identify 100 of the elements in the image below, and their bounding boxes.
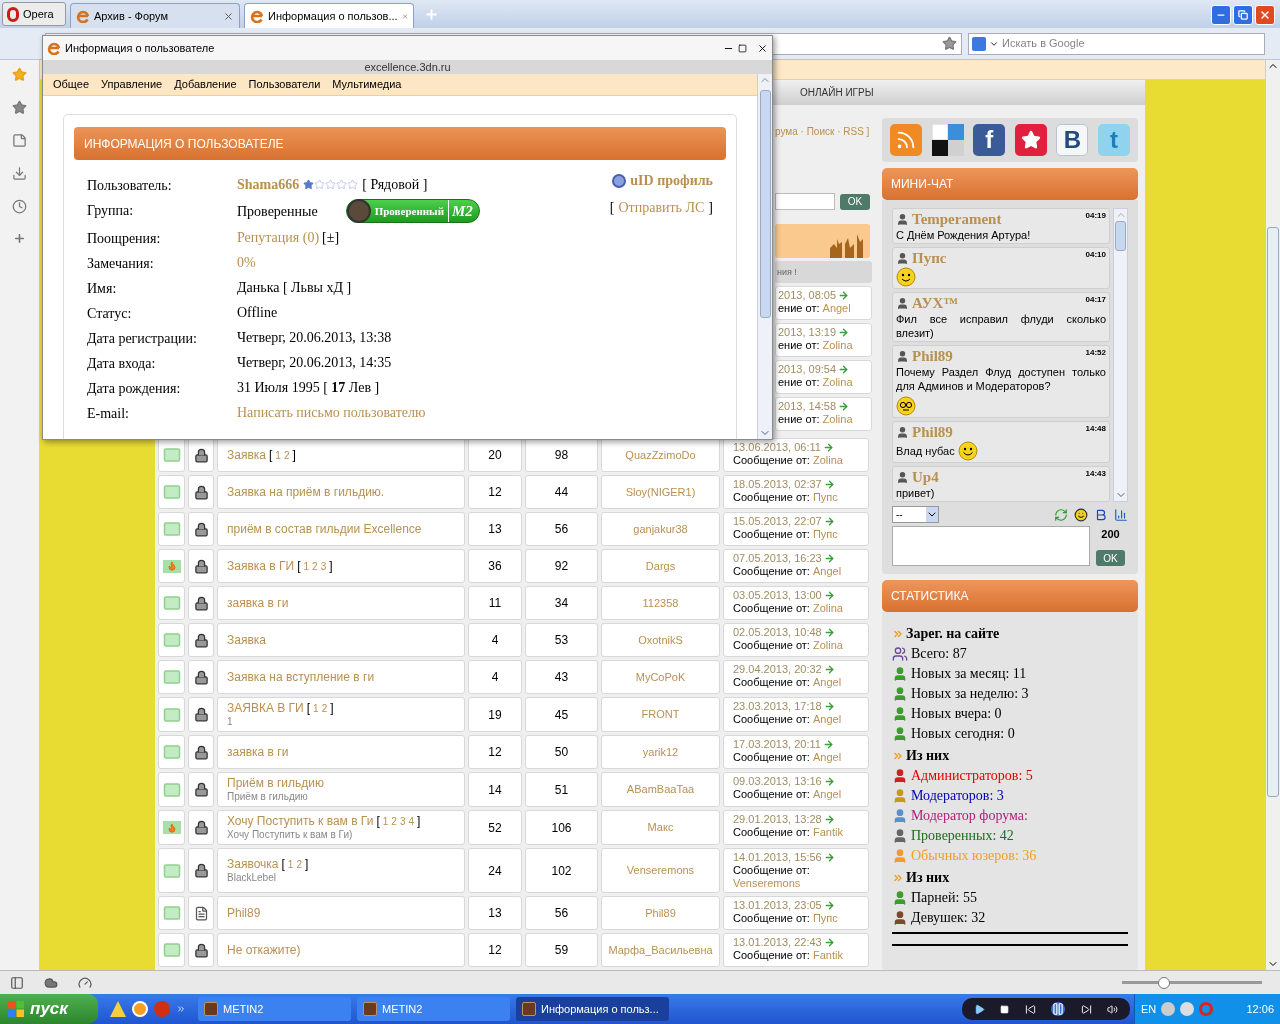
taskbar-button[interactable]: METIN2	[198, 997, 351, 1021]
post-author-link[interactable]: Fantik	[812, 949, 843, 961]
post-author-link[interactable]: Zolina	[822, 376, 853, 388]
post-author-link[interactable]: Angel	[822, 302, 851, 314]
close-button[interactable]	[1255, 5, 1275, 25]
go-to-post-icon[interactable]	[823, 900, 835, 911]
star-button[interactable]	[1014, 124, 1047, 156]
post-author-link[interactable]: Angel	[812, 751, 842, 763]
smiley-icon[interactable]	[1074, 507, 1088, 522]
minimize-button[interactable]	[1211, 5, 1231, 25]
chat-input[interactable]	[892, 526, 1090, 566]
send-button[interactable]: OK	[1096, 550, 1125, 566]
chat-username[interactable]: Temperament	[912, 210, 1002, 228]
taskbar-button[interactable]: Информация о польз...	[516, 997, 669, 1021]
go-to-post-icon[interactable]	[823, 852, 835, 863]
post-author-link[interactable]: Venseremons	[733, 877, 801, 889]
cloud-icon[interactable]	[44, 975, 58, 990]
chat-username[interactable]: Phil89	[912, 347, 953, 365]
post-author-link[interactable]: Zolina	[812, 602, 843, 614]
bold-icon[interactable]	[1094, 507, 1108, 522]
browser-tab[interactable]: Архив - Форум	[70, 3, 240, 28]
go-to-post-icon[interactable]	[822, 739, 834, 750]
topic-link[interactable]: ЗАЯВКА В ГИ	[227, 701, 304, 716]
chat-username[interactable]: АУХ™	[912, 294, 959, 312]
go-to-post-icon[interactable]	[823, 937, 835, 948]
topic-link[interactable]: заявка в ги	[227, 595, 289, 611]
zoom-slider-thumb[interactable]	[1158, 976, 1170, 989]
topic-link[interactable]: Заявочка	[227, 857, 279, 872]
go-to-post-icon[interactable]	[823, 664, 835, 675]
go-to-post-icon[interactable]	[838, 401, 850, 412]
chat-username[interactable]: Up4	[912, 468, 939, 486]
go-to-post-icon[interactable]	[823, 701, 835, 712]
page-link[interactable]: 1	[303, 558, 310, 574]
smile-select[interactable]: --	[892, 506, 939, 523]
search-engine-icon[interactable]	[972, 36, 986, 51]
search-button[interactable]: OK	[840, 193, 870, 210]
vk-button[interactable]: B	[1056, 124, 1089, 156]
scroll-thumb[interactable]	[759, 90, 771, 318]
browser-tab[interactable]: Информация о пользов...	[244, 3, 414, 28]
profile-link[interactable]: Написать письмо пользователю	[237, 402, 426, 423]
reputation-change-link[interactable]: [±]	[322, 227, 340, 248]
profile-link[interactable]: 0%	[237, 252, 256, 273]
topic-link[interactable]: Приём в гильдию	[227, 776, 324, 791]
post-author-link[interactable]: Angel	[812, 788, 842, 800]
go-to-post-icon[interactable]	[838, 290, 850, 301]
quick-launch-icon[interactable]	[132, 1001, 148, 1017]
taskbar-button[interactable]: METIN2	[357, 997, 510, 1021]
go-to-post-icon[interactable]	[822, 442, 834, 453]
post-author-link[interactable]: Fantik	[812, 826, 843, 838]
topic-link[interactable]: Заявка на вступление в ги	[227, 669, 375, 685]
username-link[interactable]: Shama666	[237, 174, 300, 195]
clock-icon[interactable]	[12, 199, 27, 214]
page-link[interactable]: 1	[275, 447, 281, 463]
topic-link[interactable]: Заявка в ГИ	[227, 558, 295, 574]
post-author-link[interactable]: Zolina	[822, 339, 853, 351]
go-to-post-icon[interactable]	[823, 553, 835, 564]
volume-icon[interactable]	[1107, 1003, 1119, 1015]
tray-icon[interactable]	[1199, 1002, 1214, 1016]
topic-link[interactable]: Хочу Поступить к вам в Ги	[227, 814, 374, 829]
post-author-link[interactable]: Пупс	[812, 491, 838, 503]
post-author-link[interactable]: Angel	[812, 676, 842, 688]
topic-link[interactable]: Не откажите)	[227, 942, 301, 958]
tray-icon[interactable]	[1161, 1002, 1176, 1016]
go-to-post-icon[interactable]	[838, 364, 850, 375]
menu-item[interactable]: Общее	[53, 76, 90, 93]
topic-link[interactable]: Заявка на приём в гильдию.	[227, 484, 385, 500]
page-link[interactable]: 4	[408, 814, 414, 829]
topic-link[interactable]: Заявка	[227, 447, 266, 463]
go-to-post-icon[interactable]	[838, 327, 850, 338]
chat-username[interactable]: Phil89	[912, 423, 953, 441]
chat-scrollbar[interactable]	[1113, 208, 1128, 502]
bookmark-star-icon[interactable]	[942, 36, 957, 51]
reputation-link[interactable]: Репутация (0)	[237, 227, 320, 248]
page-link[interactable]: 3	[320, 558, 327, 574]
topic-link[interactable]: приём в состав гильдии Excellence	[227, 521, 422, 537]
send-message-link[interactable]: Отправить ЛС	[618, 197, 705, 218]
more-icon[interactable]	[176, 1004, 186, 1014]
bookmark-squares-icon[interactable]	[931, 124, 964, 156]
post-author-link[interactable]: Angel	[812, 713, 842, 725]
post-author-link[interactable]: Пупс	[812, 528, 838, 540]
quick-launch-icon[interactable]	[110, 1001, 126, 1017]
rss-button[interactable]	[890, 124, 922, 156]
menu-item[interactable]: Мультимедиа	[332, 76, 402, 93]
speed-dial-icon[interactable]	[78, 975, 92, 990]
language-indicator[interactable]: EN	[1141, 1000, 1157, 1018]
restore-button[interactable]	[1233, 5, 1253, 25]
note-icon[interactable]	[12, 133, 27, 148]
post-author-link[interactable]: Zolina	[812, 639, 843, 651]
search-input[interactable]: Искать в Google	[1002, 35, 1261, 52]
chart-icon[interactable]	[1114, 507, 1128, 522]
scroll-thumb[interactable]	[1267, 227, 1279, 797]
page-link[interactable]: 2	[283, 447, 290, 463]
twitter-button[interactable]: t	[1097, 124, 1130, 156]
close-tab-icon[interactable]	[223, 10, 234, 22]
refresh-icon[interactable]	[1054, 507, 1068, 522]
topic-link[interactable]: заявка в ги	[227, 744, 289, 760]
previous-icon[interactable]	[1024, 1003, 1036, 1015]
go-to-post-icon[interactable]	[823, 776, 835, 787]
maximize-icon[interactable]	[738, 43, 747, 53]
post-author-link[interactable]: Zolina	[812, 454, 843, 466]
